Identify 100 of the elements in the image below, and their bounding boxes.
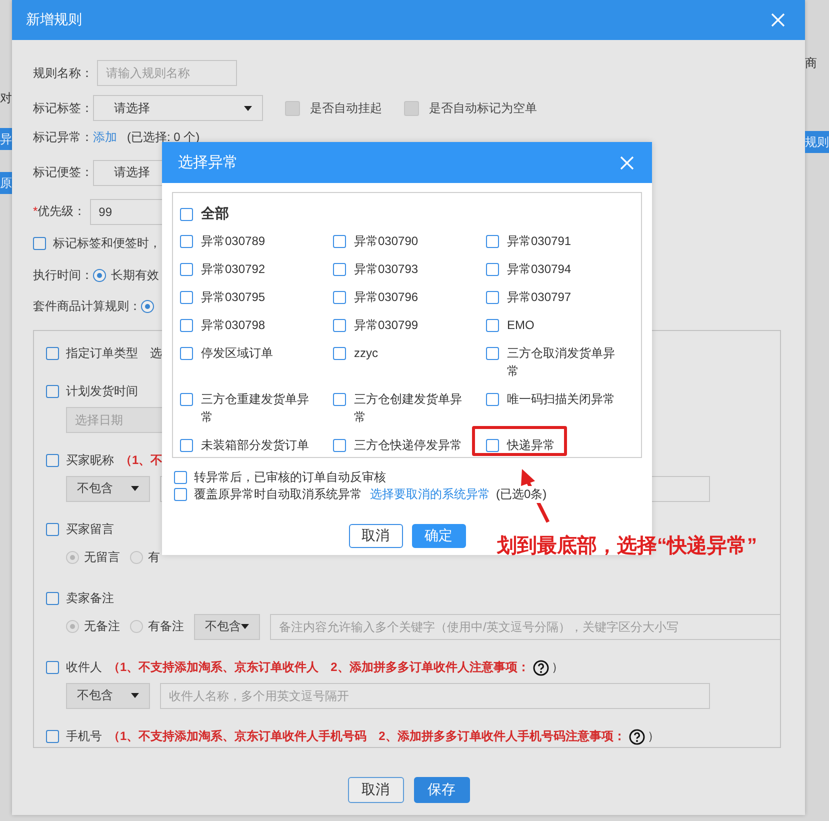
checkbox[interactable] bbox=[46, 385, 59, 398]
cancel-button[interactable]: 取消 bbox=[348, 524, 402, 548]
close-icon[interactable] bbox=[771, 13, 785, 27]
field-label: 标记标签： bbox=[33, 100, 93, 116]
caret-icon bbox=[131, 693, 139, 698]
cancel-button[interactable]: 取消 bbox=[348, 777, 404, 803]
checkbox[interactable] bbox=[333, 319, 346, 332]
checkbox-label: 异常030796 bbox=[354, 289, 418, 306]
checkbox-label: 异常030799 bbox=[354, 317, 418, 334]
radio-label: 无留言 bbox=[84, 549, 120, 566]
checkbox[interactable] bbox=[486, 319, 499, 332]
checkbox-label: 标记标签和便签时， bbox=[53, 235, 161, 252]
rule-name-field[interactable]: 请输入规则名称 bbox=[97, 60, 237, 86]
checkbox[interactable] bbox=[180, 235, 193, 248]
checkbox[interactable] bbox=[174, 488, 187, 501]
warning-note: （1、不支持添加淘系、京东订单收件人 2、添加拼多多订单收件人注意事项： bbox=[108, 659, 530, 676]
condition-select[interactable]: 不包含 bbox=[194, 614, 260, 640]
checkbox-label: zzyc bbox=[354, 345, 378, 362]
save-button[interactable]: 保存 bbox=[414, 777, 470, 803]
checkbox[interactable] bbox=[180, 347, 193, 360]
system-exception-link[interactable]: 选择要取消的系统异常 bbox=[370, 486, 490, 503]
checkbox[interactable] bbox=[486, 393, 499, 406]
checkbox[interactable] bbox=[333, 235, 346, 248]
add-link[interactable]: 添加 bbox=[93, 129, 117, 146]
field-label: 执行时间： bbox=[33, 266, 93, 284]
caret-icon bbox=[244, 106, 252, 110]
tag-select[interactable]: 请选择 bbox=[93, 95, 263, 121]
checkbox-label: EMO bbox=[507, 317, 534, 334]
field-label: 规则名称： bbox=[33, 64, 93, 82]
checkbox-label: 转异常后，已审核的订单自动反审核 bbox=[194, 469, 386, 486]
checkbox[interactable] bbox=[486, 439, 499, 452]
checkbox[interactable] bbox=[333, 291, 346, 304]
dialog-title: 选择异常 bbox=[178, 153, 238, 172]
warning-note: （1、不 bbox=[120, 452, 163, 470]
radio-label: 无备注 bbox=[84, 618, 120, 636]
checkbox-label: 三方仓快递停发异常 bbox=[354, 437, 462, 454]
close-icon[interactable] bbox=[620, 156, 634, 170]
checkbox[interactable] bbox=[486, 235, 499, 248]
checkbox[interactable] bbox=[46, 730, 59, 744]
confirm-button[interactable]: 确定 bbox=[412, 524, 466, 548]
checkbox-label: 异常030793 bbox=[354, 261, 418, 278]
rule-button[interactable]: 规则 bbox=[805, 131, 829, 153]
radio-label: 有备注 bbox=[148, 618, 184, 636]
checkbox-label: 异常030792 bbox=[201, 261, 266, 278]
checkbox-label: 异常030790 bbox=[354, 233, 418, 250]
checkbox[interactable] bbox=[333, 393, 346, 406]
condition-label: 买家昵称 bbox=[66, 452, 114, 470]
checkbox[interactable] bbox=[486, 347, 499, 360]
checkbox-label: 异常030791 bbox=[507, 233, 572, 250]
checkbox[interactable] bbox=[46, 592, 59, 606]
checkbox[interactable] bbox=[333, 347, 346, 360]
help-icon[interactable] bbox=[629, 728, 646, 745]
checkbox[interactable] bbox=[46, 523, 59, 536]
radio-button[interactable] bbox=[141, 300, 154, 314]
checkbox-label: 三方仓创建发货单异常 bbox=[354, 391, 463, 426]
paren-text: ） bbox=[551, 659, 564, 676]
condition-field[interactable]: 备注内容允许输入多个关键字（使用中/英文逗号分隔），关键字区分大小写 bbox=[270, 614, 780, 640]
tab-button[interactable]: 异 bbox=[0, 128, 12, 150]
checkbox[interactable] bbox=[486, 263, 499, 276]
checkbox[interactable] bbox=[333, 439, 346, 452]
checkbox-label: 未装箱部分发货订单 bbox=[201, 437, 309, 454]
condition-label: 卖家备注 bbox=[66, 590, 114, 608]
checkbox[interactable] bbox=[486, 291, 499, 304]
page-text: 对 bbox=[0, 90, 12, 106]
condition-select[interactable]: 不包含 bbox=[66, 682, 150, 709]
field-label: 标记异常： bbox=[33, 129, 93, 146]
checkbox[interactable] bbox=[180, 439, 193, 452]
caret-icon bbox=[131, 486, 139, 492]
condition-label: 指定订单类型 bbox=[66, 345, 138, 362]
paren-text: ） bbox=[647, 728, 660, 746]
checkbox[interactable] bbox=[180, 263, 193, 276]
checkbox-label: 唯一码扫描关闭异常 bbox=[507, 391, 615, 408]
field-label: 标记便签： bbox=[33, 164, 93, 182]
checkbox-label: 异常030798 bbox=[201, 317, 266, 334]
condition-label: 收件人 bbox=[66, 659, 102, 676]
checkbox[interactable] bbox=[180, 208, 193, 220]
checkbox[interactable] bbox=[180, 393, 193, 406]
checkbox[interactable] bbox=[33, 237, 46, 250]
condition-field[interactable]: 收件人名称，多个用英文逗号隔开 bbox=[160, 682, 710, 709]
condition-select[interactable]: 不包含 bbox=[66, 476, 150, 502]
checkbox[interactable] bbox=[46, 454, 59, 468]
checkbox[interactable] bbox=[333, 263, 346, 276]
checkbox-label: 异常030795 bbox=[201, 289, 266, 306]
checkbox[interactable] bbox=[174, 471, 187, 484]
checkbox[interactable] bbox=[180, 319, 193, 332]
checkbox[interactable] bbox=[46, 347, 59, 360]
checkbox-label: 快递异常 bbox=[507, 437, 555, 454]
help-icon[interactable] bbox=[533, 660, 550, 676]
checkbox-label: 三方仓取消发货单异常 bbox=[507, 345, 616, 380]
tab-button[interactable]: 原 bbox=[0, 172, 12, 194]
checkbox-label: 异常030797 bbox=[507, 289, 572, 306]
warning-note: （1、不支持添加淘系、京东订单收件人手机号码 2、添加拼多多订单收件人手机号码注意事项： bbox=[108, 728, 626, 746]
radio-button[interactable] bbox=[93, 268, 106, 282]
checkbox[interactable] bbox=[180, 291, 193, 304]
checkbox-label: 覆盖原异常时自动取消系统异常 bbox=[194, 486, 362, 503]
field-label: 套件商品计算规则： bbox=[33, 298, 141, 316]
checkbox[interactable] bbox=[46, 661, 59, 674]
field-label: *优先级： bbox=[33, 203, 86, 220]
condition-label: 买家留言 bbox=[66, 521, 114, 538]
condition-label: 手机号 bbox=[66, 728, 102, 746]
